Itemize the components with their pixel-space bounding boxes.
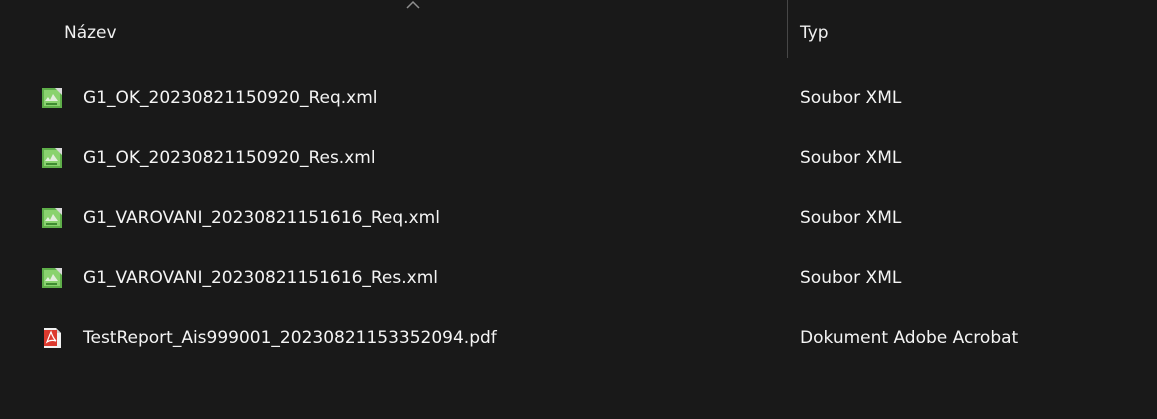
file-name[interactable]: G1_OK_20230821150920_Req.xml xyxy=(83,83,378,113)
sort-up-icon[interactable] xyxy=(405,0,421,10)
xml-file-icon xyxy=(41,147,63,169)
column-header-row: Název Typ xyxy=(0,0,1157,66)
file-row[interactable]: G1_OK_20230821150920_Res.xml Soubor XML xyxy=(0,133,1157,183)
column-divider[interactable] xyxy=(787,0,788,58)
file-row[interactable]: G1_OK_20230821150920_Req.xml Soubor XML xyxy=(0,73,1157,123)
file-type: Soubor XML xyxy=(800,208,902,228)
xml-file-icon xyxy=(41,87,63,109)
file-type: Soubor XML xyxy=(800,88,902,108)
xml-file-icon xyxy=(41,267,63,289)
file-explorer-details-view: Název Typ G1_OK_20230821150920_Req.xml S… xyxy=(0,0,1157,419)
pdf-file-icon xyxy=(41,327,63,349)
file-name[interactable]: G1_OK_20230821150920_Res.xml xyxy=(83,143,376,173)
file-type: Dokument Adobe Acrobat xyxy=(800,328,1019,348)
xml-file-icon xyxy=(41,207,63,229)
file-row[interactable]: G1_VAROVANI_20230821151616_Res.xml Soubo… xyxy=(0,253,1157,303)
file-name[interactable]: G1_VAROVANI_20230821151616_Req.xml xyxy=(83,203,440,233)
file-type: Soubor XML xyxy=(800,268,902,288)
file-name[interactable]: TestReport_Ais999001_20230821153352094.p… xyxy=(83,323,497,353)
file-name[interactable]: G1_VAROVANI_20230821151616_Res.xml xyxy=(83,263,438,293)
column-header-type[interactable]: Typ xyxy=(800,18,829,48)
file-type: Soubor XML xyxy=(800,148,902,168)
column-header-name[interactable]: Název xyxy=(64,18,117,48)
file-row[interactable]: TestReport_Ais999001_20230821153352094.p… xyxy=(0,313,1157,363)
file-row[interactable]: G1_VAROVANI_20230821151616_Req.xml Soubo… xyxy=(0,193,1157,243)
